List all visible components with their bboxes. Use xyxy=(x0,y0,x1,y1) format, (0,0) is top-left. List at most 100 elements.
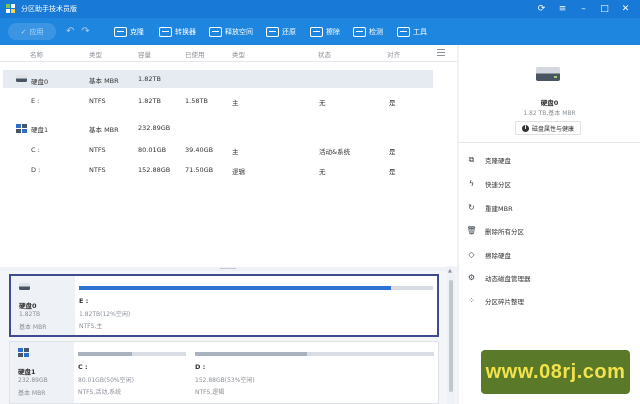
selected-disk-info: 1.82 TB,基本 MBR xyxy=(523,110,576,117)
disk-card-disk1[interactable]: 硬盘1 232.89GB 基本 MBR C : 80.01GB(50%空闲) N… xyxy=(9,341,439,404)
cell-used: 39.40GB xyxy=(185,146,214,154)
delete-icon: 🗑 xyxy=(466,226,477,235)
cell-ptype: 主 xyxy=(232,99,239,107)
close-button[interactable]: ✕ xyxy=(615,0,636,18)
cell-type: 基本 MBR xyxy=(89,126,119,134)
clone-icon xyxy=(114,26,127,37)
disk-size: 1.82TB xyxy=(19,311,41,318)
partition-d[interactable]: D : 152.88GB(53%空闲) NTFS,逻辑 xyxy=(191,342,438,403)
cell-name: D : xyxy=(31,166,41,174)
defrag-icon: ⁘ xyxy=(468,296,475,305)
undo-icon[interactable]: ↶ xyxy=(66,26,74,37)
usage-fill xyxy=(195,352,308,356)
partition-label: C : xyxy=(78,363,88,371)
action-rebuild-mbr[interactable]: ↻ 重建MBR xyxy=(467,201,513,215)
cell-name: 硬盘0 xyxy=(31,78,49,86)
action-label: 克隆硬盘 xyxy=(485,157,511,165)
column-settings-icon[interactable] xyxy=(437,49,445,56)
tool-free-space[interactable]: 释放空间 xyxy=(209,18,253,45)
table-row-e[interactable]: E : NTFS 1.82TB 1.58TB 主 无 是 xyxy=(3,92,433,110)
cell-align: 是 xyxy=(389,168,396,176)
cell-capacity: 232.89GB xyxy=(138,124,171,132)
partition-label: D : xyxy=(195,363,206,371)
tool-convert[interactable]: 转换器 xyxy=(159,18,196,45)
eraser-icon: ◇ xyxy=(468,250,475,259)
usage-fill xyxy=(79,286,391,290)
wipe-icon xyxy=(310,26,323,37)
maximize-button[interactable]: □ xyxy=(594,0,615,18)
action-quick-partition[interactable]: ϟ 快速分区 xyxy=(467,177,511,191)
window-title: 分区助手技术员版 xyxy=(21,5,77,13)
disk-card-disk0[interactable]: 硬盘0 1.82TB 基本 MBR E : 1.82TB(12%空闲) NTFS… xyxy=(9,274,439,337)
col-type[interactable]: 类型 xyxy=(89,49,102,59)
cell-status: 无 xyxy=(319,168,326,176)
disk-properties-label: 磁盘属性与健康 xyxy=(531,125,574,133)
disk-properties-button[interactable]: i 磁盘属性与健康 xyxy=(515,121,581,135)
cell-type: NTFS xyxy=(89,166,106,174)
tool-restore[interactable]: 还原 xyxy=(266,18,296,45)
selected-disk-name: 硬盘0 xyxy=(540,99,559,107)
sync-icon[interactable]: ⟳ xyxy=(531,0,552,18)
table-row-d[interactable]: D : NTFS 152.88GB 71.50GB 逻辑 无 是 xyxy=(3,161,433,179)
redo-icon[interactable]: ↷ xyxy=(81,26,89,37)
disk-size: 232.89GB xyxy=(18,377,48,384)
tool-label: 检测 xyxy=(369,27,383,36)
check-icon: ✓ xyxy=(20,27,27,36)
tool-label: 克隆 xyxy=(130,27,144,36)
apply-button[interactable]: ✓ 应用 xyxy=(8,23,56,40)
col-status[interactable]: 状态 xyxy=(318,49,331,59)
cell-status: 无 xyxy=(319,99,326,107)
partition-fs: NTFS,逻辑 xyxy=(195,389,225,396)
info-icon: i xyxy=(521,124,529,132)
tool-check[interactable]: 检测 xyxy=(353,18,383,45)
partition-fs: NTFS,主 xyxy=(79,323,103,330)
action-dynamic-disk-manager[interactable]: ⚙ 动态磁盘管理器 xyxy=(467,271,531,285)
convert-icon xyxy=(159,26,172,37)
cell-align: 是 xyxy=(389,148,396,156)
cell-capacity: 152.88GB xyxy=(138,166,171,174)
tool-wipe[interactable]: 擦除 xyxy=(310,18,340,45)
partition-c[interactable]: C : 80.01GB(50%空闲) NTFS,活动,系统 xyxy=(74,342,190,403)
scroll-up-icon[interactable]: ▲ xyxy=(448,268,452,274)
disk-map-scrollbar[interactable]: ▲ xyxy=(447,266,455,404)
minimize-button[interactable]: – xyxy=(573,0,594,18)
table-row-c[interactable]: C : NTFS 80.01GB 39.40GB 主 活动&系统 是 xyxy=(3,141,433,159)
cell-used: 71.50GB xyxy=(185,166,214,174)
disk-icon xyxy=(18,348,29,357)
title-bar: 分区助手技术员版 ⟳ ≡ – □ ✕ xyxy=(0,0,640,18)
action-clone-disk[interactable]: ⧉ 克隆硬盘 xyxy=(467,153,511,167)
tool-clone[interactable]: 克隆 xyxy=(114,18,144,45)
action-wipe-disk[interactable]: ◇ 擦除硬盘 xyxy=(467,248,511,262)
tool-label: 还原 xyxy=(282,27,296,36)
tool-label: 转换器 xyxy=(175,27,196,36)
col-name[interactable]: 名称 xyxy=(30,49,43,59)
app-logo-icon xyxy=(6,4,16,14)
disk-card-info: 硬盘1 232.89GB 基本 MBR xyxy=(10,342,74,403)
table-row-disk1[interactable]: 硬盘1 基本 MBR 232.89GB xyxy=(3,119,433,137)
disk-icon xyxy=(19,283,30,290)
usage-bar xyxy=(195,352,434,356)
check-disk-icon xyxy=(353,26,366,37)
scroll-thumb[interactable] xyxy=(449,280,453,392)
action-label: 动态磁盘管理器 xyxy=(485,275,531,283)
col-ptype[interactable]: 类型 xyxy=(232,49,245,59)
action-defrag[interactable]: ⁘ 分区碎片整理 xyxy=(467,294,524,308)
tool-tools[interactable]: 工具 xyxy=(397,18,427,45)
partition-e[interactable]: E : 1.82TB(12%空闲) NTFS,主 xyxy=(75,276,437,335)
clone-disk-icon: ⧉ xyxy=(468,155,475,164)
table-row-disk0[interactable]: 硬盘0 基本 MBR 1.82TB xyxy=(3,70,433,88)
cell-type: NTFS xyxy=(89,146,106,154)
col-capacity[interactable]: 容量 xyxy=(138,49,151,59)
action-label: 删除所有分区 xyxy=(485,228,524,236)
menu-icon[interactable]: ≡ xyxy=(552,0,573,18)
partition-info: 80.01GB(50%空闲) xyxy=(78,377,134,384)
disk-name: 硬盘1 xyxy=(18,368,36,376)
restore-icon xyxy=(266,26,279,37)
action-label: 重建MBR xyxy=(485,205,513,213)
disk-icon xyxy=(16,75,27,82)
action-delete-all-partitions[interactable]: 🗑 删除所有分区 xyxy=(466,224,524,238)
col-used[interactable]: 已使用 xyxy=(185,49,205,59)
dynamic-disk-icon: ⚙ xyxy=(467,273,476,282)
tools-icon xyxy=(397,26,410,37)
col-align[interactable]: 对齐 xyxy=(387,49,400,59)
